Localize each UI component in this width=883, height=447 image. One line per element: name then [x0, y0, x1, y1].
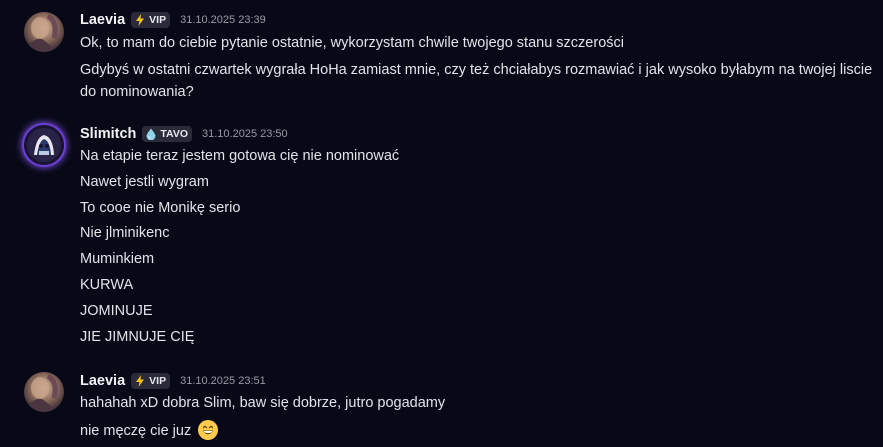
message-text: JIE JIMNUJE CIĘ [80, 329, 195, 345]
message-text: Nawet jestli wygram [80, 174, 209, 190]
message-text: Gdybyś w ostatni czwartek wygrała HoHa z… [80, 62, 873, 100]
user-tag-label: VIP [149, 375, 167, 387]
message-text: nie męczę cie juz [80, 423, 192, 439]
avatar-laevia[interactable] [24, 12, 64, 52]
message-header: Laevia VIP 31.10.2025 23:39 [80, 10, 266, 30]
grinning-face-emoji [197, 419, 219, 441]
message-text: Na etapie teraz jestem gotowa cię nie no… [80, 148, 400, 164]
avatar-slimitch[interactable] [24, 125, 64, 165]
message-text-with-emoji: nie męczę cie juz [80, 419, 219, 442]
user-tag-label: TAVO [160, 128, 189, 140]
chat-log: Laevia VIP 31.10.2025 23:39 Ok, to mam d… [0, 0, 883, 447]
message-text: KURWA [80, 277, 134, 293]
avatar-laevia[interactable] [24, 372, 64, 412]
user-tag-badge[interactable]: TAVO [142, 126, 193, 142]
username[interactable]: Laevia [80, 12, 125, 28]
lightning-icon [134, 375, 146, 387]
username[interactable]: Slimitch [80, 126, 136, 142]
user-tag-label: VIP [149, 14, 167, 26]
droplet-icon [145, 128, 157, 141]
username[interactable]: Laevia [80, 373, 125, 389]
message-text: Muminkiem [80, 251, 155, 267]
message-text: JOMINUJE [80, 303, 153, 319]
message-text: Nie jlminikenc [80, 225, 170, 241]
message-header: Laevia VIP 31.10.2025 23:51 [80, 371, 266, 391]
message-header: Slimitch TAVO 31.10.2025 23:50 [80, 124, 288, 144]
lightning-icon [134, 14, 146, 26]
message-text: Ok, to mam do ciebie pytanie ostatnie, w… [80, 35, 624, 51]
message-text: To cooe nie Monikę serio [80, 200, 241, 216]
message-timestamp: 31.10.2025 23:50 [202, 128, 288, 140]
user-tag-badge[interactable]: VIP [131, 12, 171, 28]
user-tag-badge[interactable]: VIP [131, 373, 171, 389]
message-timestamp: 31.10.2025 23:51 [180, 375, 266, 387]
message-timestamp: 31.10.2025 23:39 [180, 14, 266, 26]
message-text: hahahah xD dobra Slim, baw się dobrze, j… [80, 395, 446, 411]
